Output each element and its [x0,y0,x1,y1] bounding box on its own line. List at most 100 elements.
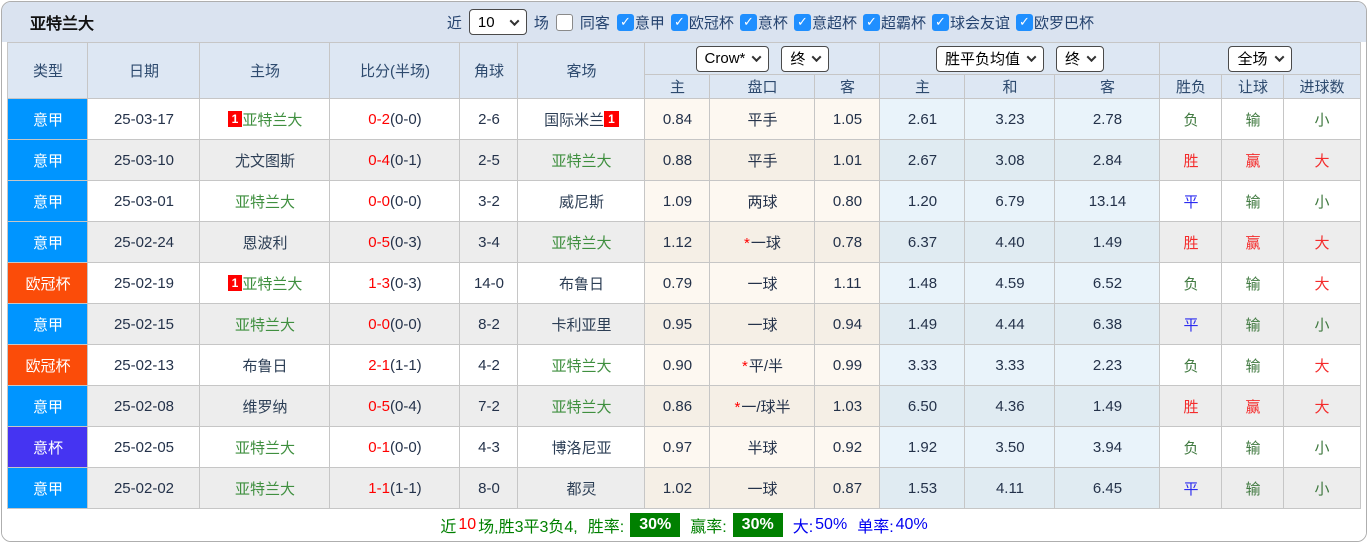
league-badge: 意杯 [8,427,88,468]
result-cell: 胜 [1160,140,1222,181]
fulltime-score: 1-3 [368,275,390,292]
avg-away-odds: 2.84 [1055,140,1160,181]
handicap-star: * [734,399,740,416]
away-team-name[interactable]: 威尼斯 [559,194,604,211]
corner-score: 14-0 [460,263,518,304]
home-team-name[interactable]: 亚特兰大 [235,481,295,498]
bookmaker-select[interactable]: Crow* [696,46,770,72]
avg-home-odds: 1.48 [880,263,965,304]
away-team-name[interactable]: 都灵 [566,481,596,498]
team-title: 亚特兰大 [2,10,94,34]
handicap-result-cell: 输 [1222,427,1284,468]
col-header-date: 日期 [88,43,200,99]
sub-header-handicap-result: 让球 [1222,75,1284,99]
competition-label: 球会友谊 [950,12,1010,33]
fulltime-score: 0-0 [368,193,390,210]
home-team-name[interactable]: 亚特兰大 [235,194,295,211]
handicap-result-cell: 输 [1222,99,1284,140]
competition-checkbox[interactable]: ✓ [1016,14,1033,31]
fulltime-score: 0-5 [368,234,390,251]
score-cell: 0-2(0-0) [330,99,460,140]
table-row: 意甲 25-02-24 恩波利 0-5(0-3) 3-4 亚特兰大 1.12 *… [8,222,1360,263]
handicap-name: 平手 [747,153,777,170]
handicap-rate-badge: 30% [733,513,783,537]
summary-record-text: 场,胜3平3负4, [478,513,578,537]
match-date: 25-02-02 [88,468,200,509]
single-rate-value: 40% [896,516,928,534]
handicap-result-cell: 赢 [1222,222,1284,263]
handicap-line-cell: 一球 [710,468,815,509]
table-header: 类型 日期 主场 比分(半场) 角球 客场 Crow* 终 [8,43,1360,99]
home-team-name[interactable]: 亚特兰大 [235,317,295,334]
sub-header-avg-away: 客 [1055,75,1160,99]
goals-result-cell: 大 [1284,386,1360,427]
competition-checkbox[interactable]: ✓ [863,14,880,31]
home-team-name[interactable]: 亚特兰大 [242,276,302,293]
match-date: 25-02-24 [88,222,200,263]
home-team-cell: 尤文图斯 [200,140,330,181]
halftime-score: (1-1) [390,357,422,374]
score-cell: 0-5(0-3) [330,222,460,263]
competition-item: ✓ 欧罗巴杯 [1016,12,1094,33]
goals-result-cell: 大 [1284,345,1360,386]
home-team-name[interactable]: 亚特兰大 [242,112,302,129]
away-team-name[interactable]: 亚特兰大 [551,153,611,170]
home-team-name[interactable]: 尤文图斯 [235,153,295,170]
table-row: 意甲 25-03-17 1亚特兰大 0-2(0-0) 2-6 国际米兰1 0.8… [8,99,1360,140]
home-team-name[interactable]: 布鲁日 [242,358,287,375]
home-team-name[interactable]: 维罗纳 [242,399,287,416]
handicap-name: 一/球半 [741,399,790,416]
away-team-name[interactable]: 亚特兰大 [551,358,611,375]
avg-away-odds: 2.78 [1055,99,1160,140]
away-rank-badge: 1 [604,111,619,127]
away-team-name[interactable]: 国际米兰 [544,112,604,129]
avg-metric-select[interactable]: 胜平负均值 [936,46,1044,72]
competition-label: 意甲 [635,12,665,33]
table-row: 意甲 25-02-02 亚特兰大 1-1(1-1) 8-0 都灵 1.02 一球… [8,468,1360,509]
avg-draw-odds: 3.33 [965,345,1055,386]
same-away-checkbox[interactable] [556,14,573,31]
recent-count-select[interactable]: 10 [469,9,527,35]
match-date: 25-02-19 [88,263,200,304]
avg-home-odds: 1.49 [880,304,965,345]
away-team-name[interactable]: 布鲁日 [559,276,604,293]
home-handicap-odds: 1.09 [645,181,710,222]
scope-select[interactable]: 全场 [1228,46,1291,72]
away-handicap-odds: 1.05 [815,99,880,140]
home-handicap-odds: 0.84 [645,99,710,140]
competition-checkbox[interactable]: ✓ [617,14,634,31]
handicap-status-select[interactable]: 终 [781,46,829,72]
handicap-name: 一球 [747,481,777,498]
recent-label: 近 [447,12,462,33]
avg-home-odds: 1.53 [880,468,965,509]
handicap-line-cell: 半球 [710,427,815,468]
away-team-name[interactable]: 博洛尼亚 [551,440,611,457]
avg-home-odds: 2.61 [880,99,965,140]
away-team-name[interactable]: 亚特兰大 [551,399,611,416]
table-row: 意甲 25-02-08 维罗纳 0-5(0-4) 7-2 亚特兰大 0.86 *… [8,386,1360,427]
unit-label: 场 [534,12,549,33]
competition-checkbox[interactable]: ✓ [671,14,688,31]
corner-score: 8-2 [460,304,518,345]
big-rate-label: 大: [793,513,813,537]
same-away-label: 同客 [580,12,610,33]
competition-item: ✓ 球会友谊 [932,12,1010,33]
away-team-name[interactable]: 亚特兰大 [551,235,611,252]
avg-status-select[interactable]: 终 [1056,46,1104,72]
home-team-name[interactable]: 恩波利 [242,235,287,252]
away-team-name[interactable]: 卡利亚里 [551,317,611,334]
topbar: 亚特兰大 近 10 场 同客 ✓ 意甲 ✓ 欧冠杯 ✓ 意杯 ✓ 意超杯 ✓ 超… [2,2,1366,42]
home-team-cell: 布鲁日 [200,345,330,386]
competition-checkbox[interactable]: ✓ [740,14,757,31]
col-header-type: 类型 [8,43,88,99]
avg-draw-odds: 3.23 [965,99,1055,140]
handicap-line-cell: *平/半 [710,345,815,386]
result-cell: 胜 [1160,222,1222,263]
competition-checkbox[interactable]: ✓ [932,14,949,31]
competition-checkbox[interactable]: ✓ [794,14,811,31]
avg-home-odds: 1.92 [880,427,965,468]
league-badge: 意甲 [8,386,88,427]
avg-home-odds: 1.20 [880,181,965,222]
goals-result-cell: 小 [1284,99,1360,140]
home-team-name[interactable]: 亚特兰大 [235,440,295,457]
